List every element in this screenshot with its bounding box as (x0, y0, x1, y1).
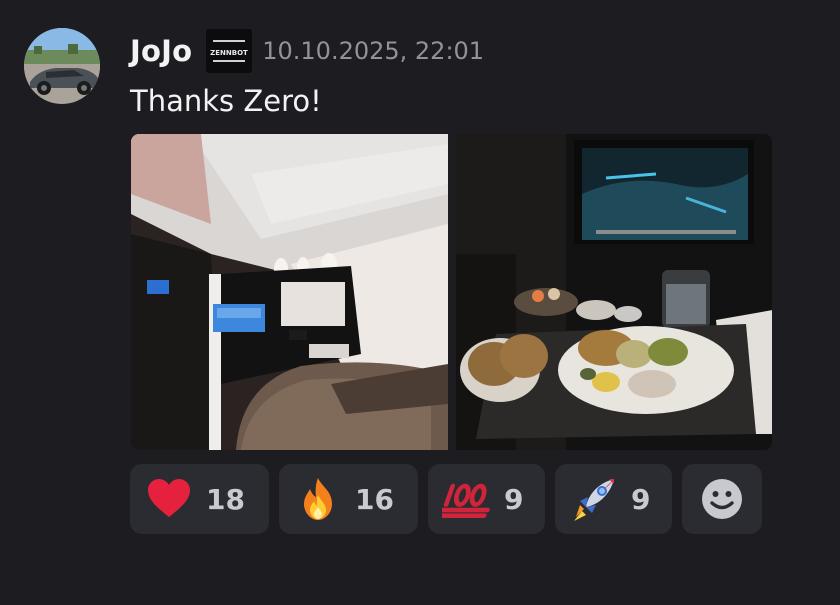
reaction-fire[interactable]: 16 (279, 464, 418, 534)
hundred-points-icon (442, 474, 492, 524)
red-heart-icon (144, 474, 194, 524)
fire-icon (293, 474, 343, 524)
airplane-cabin-photo (131, 134, 448, 450)
zennbot-logo-icon: ZENNBOT (210, 40, 248, 62)
attachment-meal-image[interactable] (455, 134, 772, 450)
reaction-hundred[interactable]: 9 (428, 464, 545, 534)
reaction-rocket[interactable]: 9 (555, 464, 672, 534)
add-reaction-button[interactable] (682, 464, 762, 534)
rocket-icon (569, 474, 619, 524)
message-text: Thanks Zero! (130, 84, 322, 118)
server-tag-badge[interactable]: ZENNBOT (206, 29, 253, 73)
chat-message: JoJo ZENNBOT 10.10.2025, 22:01 Thanks Ze… (0, 0, 840, 605)
reaction-heart[interactable]: 18 (130, 464, 269, 534)
avatar-car-image (24, 28, 100, 104)
reaction-count: 9 (631, 482, 651, 516)
inflight-meal-photo (455, 134, 772, 450)
message-header: JoJo ZENNBOT 10.10.2025, 22:01 (130, 28, 484, 74)
attachment-cabin-image[interactable] (131, 134, 448, 450)
reaction-count: 9 (504, 482, 524, 516)
reaction-count: 16 (355, 482, 394, 516)
message-timestamp: 10.10.2025, 22:01 (262, 37, 485, 65)
server-tag-text: ZENNBOT (210, 49, 248, 57)
reactions-bar: 18 16 9 9 (130, 464, 762, 534)
username[interactable]: JoJo (130, 34, 192, 68)
smiley-face-icon (702, 479, 742, 519)
image-attachments (131, 134, 772, 450)
reaction-count: 18 (206, 482, 245, 516)
user-avatar[interactable] (24, 28, 100, 104)
